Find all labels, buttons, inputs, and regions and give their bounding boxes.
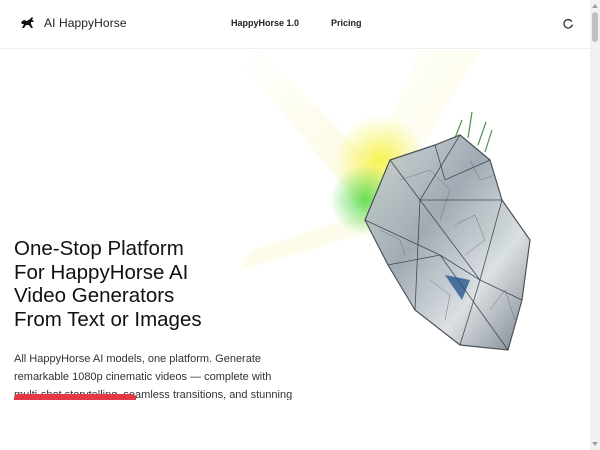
site-header: AI HappyHorse HappyHorse 1.0 Pricing <box>0 0 590 49</box>
hero-description: All HappyHorse AI models, one platform. … <box>14 353 293 400</box>
vertical-scrollbar[interactable] <box>590 0 600 450</box>
glass-crystal-illustration <box>240 50 531 351</box>
scroll-up-arrow-icon[interactable] <box>590 2 600 10</box>
nav-link-happyhorse-1-0[interactable]: HappyHorse 1.0 <box>231 18 299 28</box>
brand-logo-link[interactable]: AI HappyHorse <box>20 16 127 30</box>
loading-spinner-icon <box>563 18 573 29</box>
nav-link-pricing[interactable]: Pricing <box>331 18 362 28</box>
hero-headline: One-Stop Platform For HappyHorse AI Vide… <box>14 237 202 331</box>
scroll-down-arrow-icon[interactable] <box>590 440 600 448</box>
horse-icon <box>21 17 34 28</box>
hero-section: One-Stop Platform For HappyHorse AI Vide… <box>0 50 590 400</box>
brand-name: AI HappyHorse <box>44 16 127 30</box>
page: AI HappyHorse HappyHorse 1.0 Pricing One… <box>0 0 600 450</box>
scrollbar-thumb[interactable] <box>592 12 598 42</box>
below-fold-area <box>0 400 590 450</box>
